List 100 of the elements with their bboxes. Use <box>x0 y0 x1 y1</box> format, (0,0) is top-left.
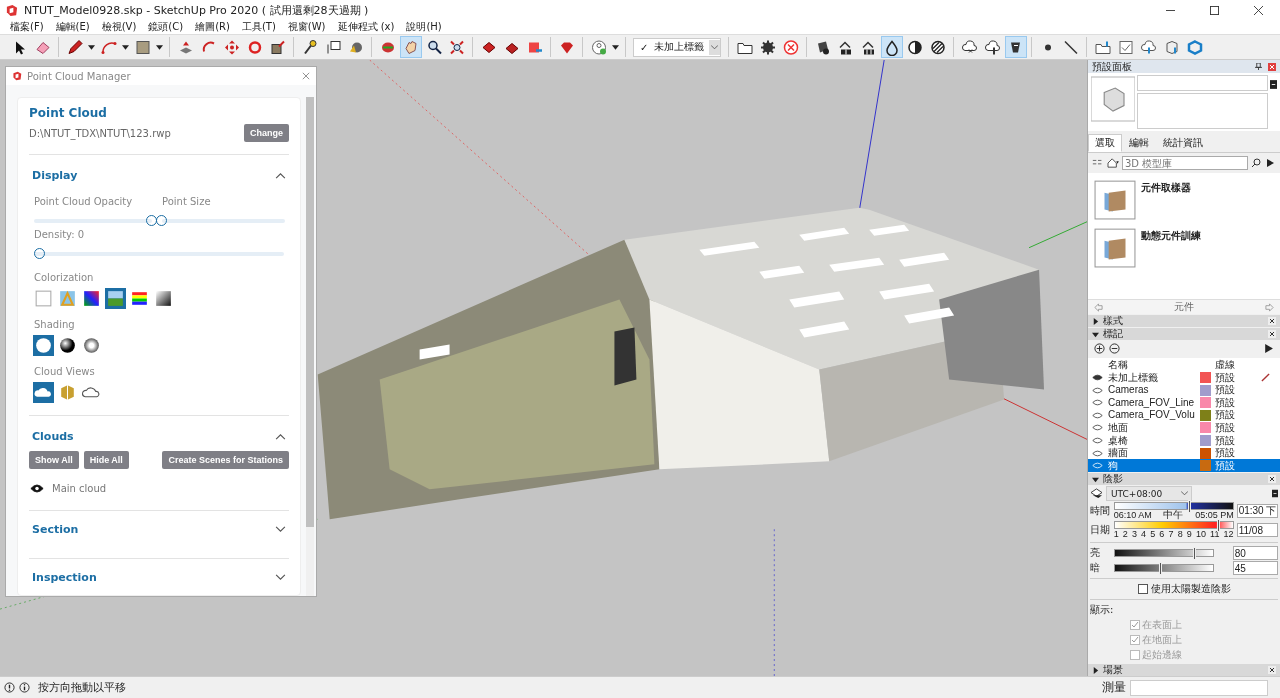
menu-item[interactable]: 鏡頭(C) <box>142 20 190 34</box>
checkbox[interactable] <box>1130 635 1140 645</box>
color-swatch[interactable] <box>1200 409 1211 421</box>
close-icon[interactable] <box>1268 330 1276 339</box>
search-icon[interactable] <box>1251 158 1261 168</box>
spectrum-swatch-icon[interactable] <box>81 288 102 309</box>
tray-tab[interactable]: 編輯 <box>1122 134 1156 152</box>
help-icon[interactable] <box>4 682 15 693</box>
measure-field[interactable] <box>1130 679 1268 696</box>
sky-ground-swatch-icon[interactable] <box>105 288 126 309</box>
add-icon[interactable] <box>1094 343 1105 355</box>
close-icon[interactable] <box>1268 666 1276 674</box>
sphere-icon[interactable] <box>81 335 102 356</box>
change-button[interactable]: Change <box>244 124 289 142</box>
menu-item[interactable]: 說明(H) <box>400 20 448 34</box>
menu-item[interactable]: 延伸程式 (x) <box>331 20 401 34</box>
color-swatch[interactable] <box>1200 372 1211 384</box>
component-name[interactable]: 動態元件訓練 <box>1141 225 1201 269</box>
caret-icon[interactable] <box>122 44 129 50</box>
home-icon[interactable] <box>1107 158 1119 168</box>
grid-view-icon[interactable] <box>1092 158 1104 168</box>
chevron-icon[interactable] <box>275 433 286 440</box>
color-swatch[interactable] <box>1200 397 1211 409</box>
tag-dropdown[interactable]: ✓ 未加上標籤 <box>633 37 721 57</box>
info-icon[interactable] <box>19 682 30 693</box>
panel-header[interactable]: 陰影 <box>1088 473 1280 485</box>
chevron-icon[interactable] <box>275 526 286 533</box>
caret-icon[interactable] <box>612 44 619 50</box>
panel-header[interactable]: 樣式 <box>1088 315 1280 328</box>
checkbox[interactable] <box>1137 584 1148 594</box>
menu-item[interactable]: 檢視(V) <box>95 20 143 34</box>
forward-icon[interactable] <box>1264 158 1276 168</box>
tag-row[interactable]: 未加上標籤 預設 <box>1088 371 1280 384</box>
timezone-dropdown[interactable]: UTC+08:00 <box>1106 486 1192 501</box>
triangle-icon[interactable] <box>1092 666 1099 674</box>
menu-item[interactable]: 視窗(W) <box>281 20 332 34</box>
close-icon[interactable] <box>1268 317 1276 326</box>
shadow-toggle-icon[interactable] <box>1090 488 1103 499</box>
scrollbar[interactable] <box>306 97 314 596</box>
checkbox-label: 使用太陽製造陰影 <box>1150 582 1231 596</box>
triangle-icon[interactable] <box>1092 330 1099 338</box>
panel-header[interactable]: 場景 <box>1088 664 1280 676</box>
menu-item[interactable]: 編輯(E) <box>49 20 96 34</box>
close-icon[interactable] <box>1253 5 1263 15</box>
remove-icon[interactable] <box>1109 343 1120 355</box>
shaded-sphere-icon[interactable] <box>57 335 78 356</box>
color-swatch[interactable] <box>1200 422 1211 434</box>
color-swatch[interactable] <box>1200 460 1211 472</box>
detail-toggle-icon[interactable] <box>1270 80 1277 89</box>
name-field[interactable] <box>1137 75 1268 91</box>
panel-header[interactable]: 標記 <box>1088 328 1280 341</box>
chevron-icon[interactable] <box>1181 491 1188 496</box>
forward-icon[interactable] <box>1263 343 1274 355</box>
chevron-icon[interactable] <box>275 574 286 581</box>
caret-icon[interactable] <box>88 44 95 50</box>
checkbox[interactable] <box>1130 620 1140 630</box>
description-field[interactable] <box>1137 93 1268 129</box>
caret-icon[interactable] <box>156 44 163 50</box>
tag-row[interactable]: Camera_FOV_Line 預設 <box>1088 396 1280 410</box>
column-header[interactable]: 虛線 <box>1213 358 1243 371</box>
tag-row[interactable]: 狗 預設 <box>1088 459 1280 472</box>
triangle-icon[interactable] <box>1092 475 1099 483</box>
tag-row[interactable]: 桌椅 預設 <box>1088 434 1280 447</box>
cloud-action-button[interactable]: Hide All <box>83 451 129 469</box>
search-field[interactable]: 3D 模型庫 <box>1122 156 1248 170</box>
triangle-icon[interactable] <box>1092 317 1099 325</box>
cloud-icon[interactable] <box>33 382 54 403</box>
checkbox[interactable] <box>1130 650 1140 660</box>
tray-tab[interactable]: 統計資訊 <box>1156 134 1210 152</box>
maximize-icon[interactable] <box>1209 5 1219 15</box>
chevron-icon[interactable] <box>711 44 718 50</box>
menu-item[interactable]: 繪圖(R) <box>189 20 236 34</box>
number-field[interactable]: 45 <box>1232 561 1278 575</box>
menu-item[interactable]: 工具(T) <box>235 20 282 34</box>
tag-row[interactable]: Camera_FOV_Volu 預設 <box>1088 409 1280 422</box>
date-field[interactable]: 11/08 <box>1236 523 1278 537</box>
panel-toggle-icon[interactable] <box>1272 489 1278 498</box>
image-swatch-icon[interactable] <box>57 288 78 309</box>
color-swatch[interactable] <box>1200 435 1211 446</box>
number-field[interactable]: 80 <box>1232 546 1278 560</box>
color-swatch[interactable] <box>1200 384 1211 396</box>
close-icon[interactable] <box>1268 475 1276 483</box>
blank-swatch-icon[interactable] <box>33 288 54 309</box>
chevron-icon[interactable] <box>275 172 286 179</box>
color-swatch[interactable] <box>1200 447 1211 459</box>
gradient-swatch-icon[interactable] <box>153 288 174 309</box>
time-field[interactable]: 01:30 下 <box>1236 504 1278 518</box>
drop-icon[interactable] <box>880 36 903 58</box>
tray-tab[interactable]: 選取 <box>1088 134 1122 152</box>
eye-icon[interactable] <box>30 484 44 493</box>
menu-item[interactable]: 檔案(F) <box>4 20 50 34</box>
eye-icon[interactable] <box>1092 374 1103 382</box>
column-header[interactable]: 名稱 <box>1108 358 1200 371</box>
pin-icon[interactable] <box>1255 63 1262 70</box>
cloud-action-button[interactable]: Show All <box>29 451 79 469</box>
panel-title: 樣式 <box>1103 315 1123 328</box>
create-scenes-button[interactable]: Create Scenes for Stations <box>162 451 289 469</box>
hand-icon[interactable] <box>399 36 422 58</box>
flat-circle-icon[interactable] <box>33 335 54 356</box>
component-name[interactable]: 元件取樣器 <box>1141 177 1191 221</box>
